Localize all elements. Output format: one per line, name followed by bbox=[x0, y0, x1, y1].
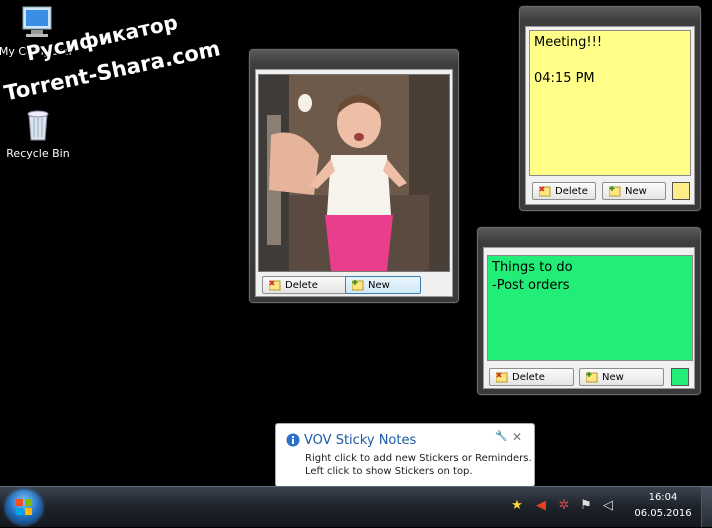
close-icon[interactable]: ✕ bbox=[512, 430, 522, 444]
delete-button[interactable]: Delete bbox=[532, 182, 596, 200]
sticky-note-text[interactable]: Things to do -Post orders bbox=[487, 255, 693, 361]
delete-button[interactable]: Delete bbox=[489, 368, 574, 386]
sticky-note-photo[interactable] bbox=[258, 74, 450, 272]
balloon-title: VOV Sticky Notes bbox=[304, 433, 417, 448]
new-note-icon bbox=[352, 280, 364, 291]
wrench-icon[interactable]: 🔧 bbox=[495, 431, 507, 442]
balloon-text-line-2: Left click to show Stickers on top. bbox=[305, 466, 473, 477]
delete-note-icon bbox=[539, 186, 551, 197]
volume-muted-icon[interactable]: ◀ bbox=[533, 498, 549, 514]
delete-button-label: Delete bbox=[285, 280, 318, 291]
show-desktop-button[interactable] bbox=[701, 487, 712, 527]
recycle-bin-icon bbox=[27, 110, 49, 141]
speaker-icon[interactable]: ◁ bbox=[600, 498, 616, 514]
clock-date[interactable]: 06.05.2016 bbox=[633, 508, 693, 519]
delete-note-icon bbox=[269, 280, 281, 291]
windows-logo-icon bbox=[16, 499, 32, 515]
sticky-notes-tray-icon[interactable]: ★ bbox=[509, 498, 525, 514]
info-icon bbox=[286, 433, 300, 447]
baby-photo-image bbox=[259, 75, 449, 271]
sticky-note-text[interactable]: Meeting!!! 04:15 PM bbox=[529, 30, 691, 176]
new-button[interactable]: New bbox=[579, 368, 664, 386]
sticky-note-window-todo[interactable]: Things to do -Post orders Delete New bbox=[477, 227, 701, 395]
network-icon[interactable]: ✲ bbox=[556, 498, 572, 514]
tray-balloon-notification[interactable]: VOV Sticky Notes 🔧 ✕ Right click to add … bbox=[275, 423, 535, 492]
taskbar: ★ ◀ ✲ ⚑ ◁ 16:04 06.05.2016 bbox=[0, 486, 712, 527]
clock-time[interactable]: 16:04 bbox=[633, 492, 693, 503]
new-button-label: New bbox=[368, 280, 390, 291]
start-button[interactable] bbox=[6, 490, 42, 524]
new-button-label: New bbox=[625, 186, 647, 197]
new-note-icon bbox=[586, 372, 598, 383]
action-center-icon[interactable]: ⚑ bbox=[578, 498, 594, 514]
computer-icon bbox=[22, 6, 52, 37]
balloon-text-line-1: Right click to add new Stickers or Remin… bbox=[305, 453, 532, 464]
color-picker-swatch[interactable] bbox=[672, 182, 690, 200]
delete-note-icon bbox=[496, 372, 508, 383]
color-picker-swatch[interactable] bbox=[671, 368, 689, 386]
new-button[interactable]: New bbox=[345, 276, 421, 294]
delete-button[interactable]: Delete bbox=[262, 276, 356, 294]
desktop-icon-recycle-bin[interactable]: Recycle Bin bbox=[0, 106, 76, 160]
desktop-icon-label: Recycle Bin bbox=[6, 147, 70, 160]
sticky-note-window-photo[interactable]: Delete New bbox=[249, 49, 459, 303]
delete-button-label: Delete bbox=[512, 372, 545, 383]
delete-button-label: Delete bbox=[555, 186, 588, 197]
new-button[interactable]: New bbox=[602, 182, 666, 200]
new-button-label: New bbox=[602, 372, 624, 383]
new-note-icon bbox=[609, 186, 621, 197]
sticky-note-window-meeting[interactable]: Meeting!!! 04:15 PM Delete New bbox=[519, 6, 701, 211]
